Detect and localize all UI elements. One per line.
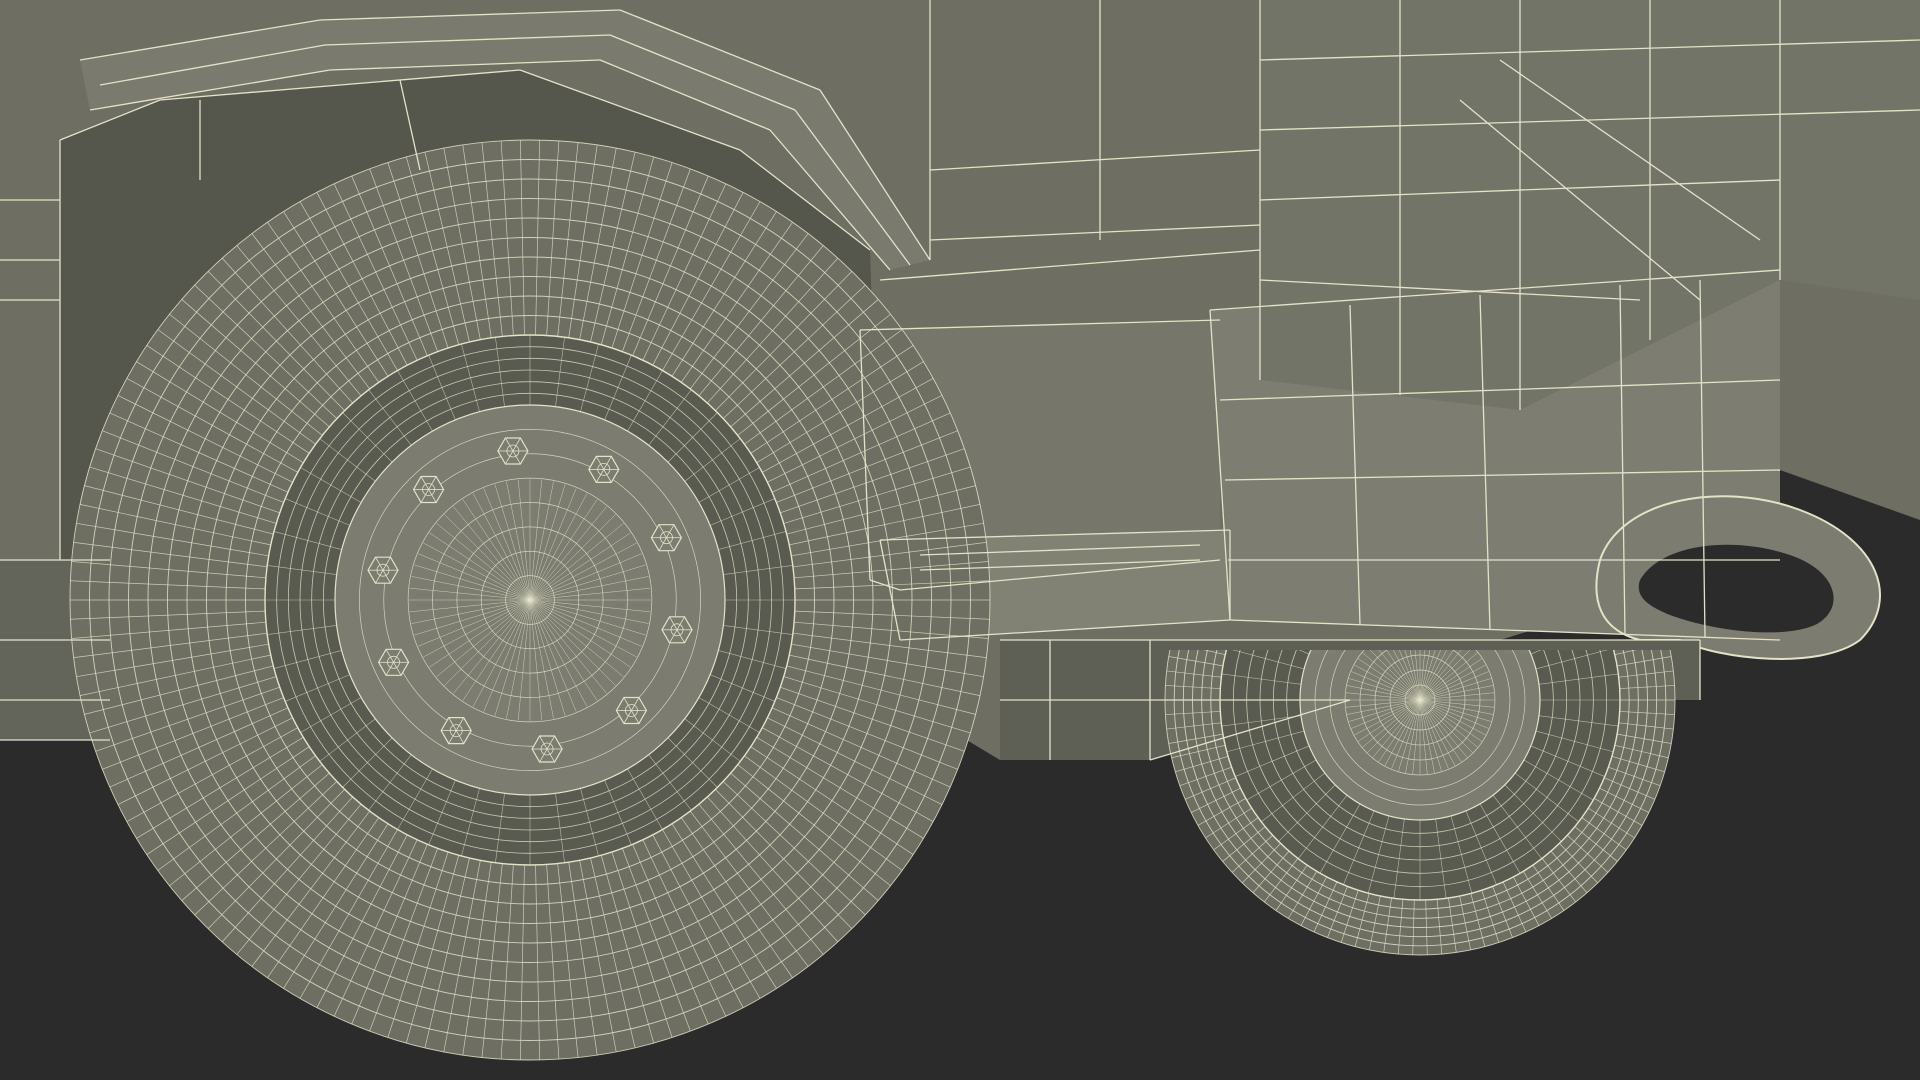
wireframe-render	[0, 0, 1920, 1080]
front-wheel	[69, 139, 991, 1061]
render-canvas	[0, 0, 1920, 1080]
